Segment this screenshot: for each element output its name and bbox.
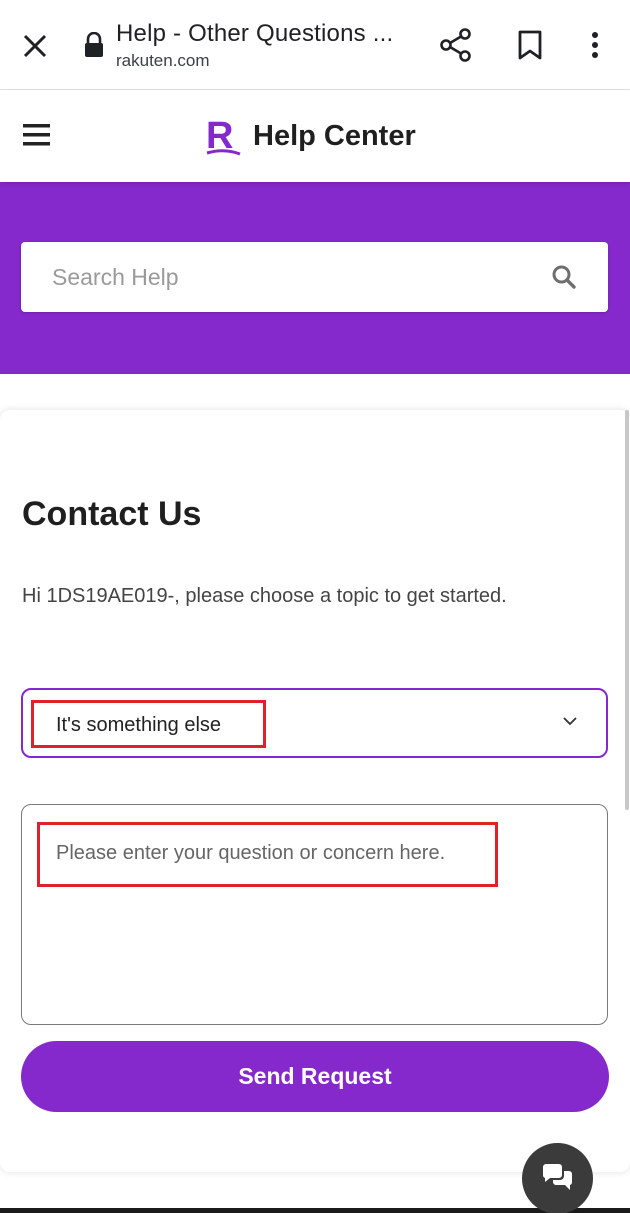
menu-button[interactable] [22,120,52,150]
send-request-button[interactable]: Send Request [21,1041,609,1112]
chevron-down-icon [561,714,579,728]
more-vert-icon [592,32,598,58]
search-icon [552,265,576,289]
search-input[interactable] [21,242,541,312]
share-icon [440,28,471,62]
question-textarea[interactable] [22,805,607,1024]
browser-toolbar: Help - Other Questions ... rakuten.com [0,0,630,90]
hero-banner [0,182,630,374]
domain-text: rakuten.com [116,51,210,70]
page-title-text: Help - Other Questions ... [116,20,394,47]
search-button[interactable] [551,264,577,290]
bookmark-icon [518,30,542,60]
question-textarea-wrapper [21,804,608,1025]
address-bar[interactable]: Help - Other Questions ... rakuten.com [116,18,416,72]
scrollbar[interactable] [625,410,629,810]
more-options-button[interactable] [578,27,612,63]
contact-card: Contact Us Hi 1DS19AE019-, please choose… [0,410,630,1172]
hamburger-icon [23,124,50,146]
annotation-highlight-topic [31,700,266,748]
site-header: R Help Center [0,90,630,182]
greeting-text: Hi 1DS19AE019-, please choose a topic to… [22,585,507,607]
lock-icon [83,31,105,58]
search-box [21,242,608,312]
page-title: Contact Us [22,495,202,533]
bottom-edge [0,1208,630,1213]
rakuten-logo[interactable]: R [204,114,244,160]
brand-title: Help Center [253,120,416,152]
close-tab-button[interactable] [18,29,52,63]
share-button[interactable] [438,27,474,63]
close-icon [23,34,47,58]
bookmark-button[interactable] [512,27,548,63]
chat-button[interactable] [522,1143,593,1213]
topic-select[interactable]: It's something else [21,688,608,758]
chat-bubbles-icon [542,1164,573,1190]
